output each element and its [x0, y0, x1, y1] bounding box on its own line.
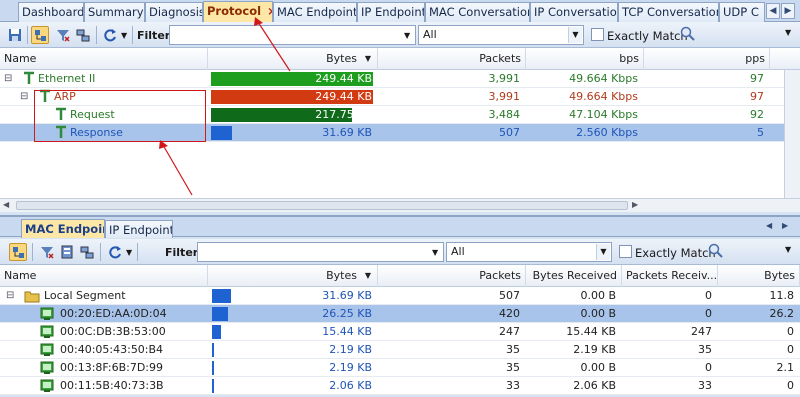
endpoint-name: Local Segment	[44, 289, 126, 302]
bytes-received-value: 2.19 KB	[573, 343, 616, 356]
bytes-value: 31.69 KB	[322, 289, 372, 302]
tab-label: MAC Endpoint	[25, 222, 104, 236]
bytes-received-value: 0.00 B	[580, 307, 616, 320]
toolbar-separator	[100, 243, 101, 261]
network-card-icon	[40, 379, 56, 397]
bytes-last-value: 2.1	[776, 361, 795, 374]
panel-scroll-left-icon[interactable]: ◀	[766, 221, 772, 230]
mac-grid-header: Name Bytes ▼ Packets Bytes Received Packe…	[0, 265, 800, 287]
col-packets[interactable]: Packets	[378, 265, 526, 287]
tree-view-icon[interactable]	[9, 243, 27, 261]
bytes-last-value: 0	[787, 343, 794, 356]
network-icon[interactable]	[78, 243, 96, 261]
packets-received-value: 35	[698, 343, 712, 356]
mac-row[interactable]: 00:11:5B:40:73:3B 2.06 KB 33 2.06 KB 33 0	[0, 377, 800, 395]
endpoint-name: 00:20:ED:AA:0D:04	[60, 307, 167, 320]
col-name[interactable]: Name	[0, 265, 208, 287]
bytes-value: 26.25 KB	[322, 307, 372, 320]
bytes-last-value: 26.2	[769, 307, 795, 320]
mac-row[interactable]: 00:13:8F:6B:7D:99 2.19 KB 35 0.00 B 0 2.1	[0, 359, 800, 377]
col-bytes[interactable]: Bytes ▼	[208, 265, 378, 287]
bytes-received-value: 0.00 B	[580, 361, 616, 374]
tab-mac-endpoint-lower[interactable]: MAC Endpoint	[21, 219, 105, 238]
scope-select-value: All	[451, 245, 465, 258]
packets-received-value: 0	[705, 307, 712, 320]
refresh-dropdown-icon[interactable]: ▼	[126, 248, 132, 257]
bytes-value: 249.44 KB	[315, 90, 372, 103]
scroll-thumb[interactable]	[16, 201, 628, 210]
bytes-received-value: 0.00 B	[580, 289, 616, 302]
filter-icon[interactable]	[38, 243, 56, 261]
mac-row[interactable]: 00:40:05:43:50:B4 2.19 KB 35 2.19 KB 35 0	[0, 341, 800, 359]
bytes-received-value: 2.06 KB	[573, 379, 616, 392]
scroll-left-icon[interactable]: ◀	[3, 200, 9, 209]
scope-select[interactable]: All ▼	[446, 242, 612, 262]
tab-label: IP Endpoint	[109, 223, 173, 237]
exact-match-checkbox[interactable]	[619, 245, 632, 258]
packets-value: 33	[506, 379, 520, 392]
bytes-value: 217.75 KB	[315, 108, 372, 121]
bytes-last-value: 0	[787, 325, 794, 338]
col-bytes-received[interactable]: Bytes Received	[526, 265, 622, 287]
endpoint-name: 00:13:8F:6B:7D:99	[60, 361, 164, 374]
col-bytes-2[interactable]: Bytes	[718, 265, 800, 287]
bytes-value: 31.69 KB	[322, 126, 372, 139]
search-icon[interactable]	[708, 243, 724, 262]
packets-received-value: 247	[691, 325, 712, 338]
col-bytes-label: Bytes	[326, 269, 357, 282]
toolbar-overflow-icon[interactable]: ▼	[785, 245, 791, 254]
packets-value: 35	[506, 361, 520, 374]
endpoint-name: 00:0C:DB:3B:53:00	[60, 325, 166, 338]
packets-value: 507	[499, 289, 520, 302]
mac-endpoint-grid: Name Bytes ▼ Packets Bytes Received Packe…	[0, 265, 800, 395]
bytes-received-value: 15.44 KB	[566, 325, 616, 338]
endpoint-name: 00:40:05:43:50:B4	[60, 343, 164, 356]
toolbar-separator	[137, 243, 138, 261]
packets-received-value: 33	[698, 379, 712, 392]
lower-panel-tabbar: MAC Endpoint IP Endpoint ◀ ▶	[0, 215, 800, 238]
packets-value: 247	[499, 325, 520, 338]
filter-input[interactable]	[197, 242, 444, 262]
exact-match-label: Exactly Match	[635, 246, 716, 260]
scroll-right-icon[interactable]: ▶	[632, 200, 638, 209]
mac-row[interactable]: 00:20:ED:AA:0D:04 26.25 KB 420 0.00 B 0 26.2	[0, 305, 800, 323]
bytes-last-value: 0	[787, 379, 794, 392]
mac-row[interactable]: 00:0C:DB:3B:53:00 15.44 KB 247 15.44 KB 247 0	[0, 323, 800, 341]
packets-received-value: 0	[705, 361, 712, 374]
packets-value: 35	[506, 343, 520, 356]
sort-desc-icon: ▼	[364, 271, 371, 280]
endpoint-name: 00:11:5B:40:73:3B	[60, 379, 164, 392]
mac-row[interactable]: ⊟ Local Segment 31.69 KB 507 0.00 B 0 11.8	[0, 287, 800, 305]
bytes-value: 249.44 KB	[315, 72, 372, 85]
filter-history-dropdown-icon[interactable]: ▼	[432, 248, 438, 257]
mac-toolbar: ▼ Filter: ▼ All ▼ Exactly Match ▼	[0, 239, 800, 265]
bytes-last-value: 11.8	[769, 289, 795, 302]
protocol-horizontal-scrollbar[interactable]: ◀ ▶	[0, 198, 800, 212]
panel-scroll-right-icon[interactable]: ▶	[782, 221, 788, 230]
bytes-value: 2.19 KB	[329, 361, 372, 374]
toolbar-separator	[32, 243, 33, 261]
collapse-icon[interactable]: ⊟	[6, 287, 14, 305]
bytes-value: 2.06 KB	[329, 379, 372, 392]
packets-received-value: 0	[705, 289, 712, 302]
chevron-down-icon: ▼	[596, 244, 610, 260]
packets-value: 420	[499, 307, 520, 320]
protocol-vertical-scrollbar[interactable]	[784, 70, 800, 198]
bytes-value: 2.19 KB	[329, 343, 372, 356]
col-packets-received[interactable]: Packets Receiv...	[622, 265, 718, 287]
tab-ip-endpoint-lower[interactable]: IP Endpoint	[105, 220, 173, 238]
bytes-value: 15.44 KB	[322, 325, 372, 338]
address-book-icon[interactable]	[58, 243, 76, 261]
refresh-icon[interactable]	[106, 243, 124, 261]
